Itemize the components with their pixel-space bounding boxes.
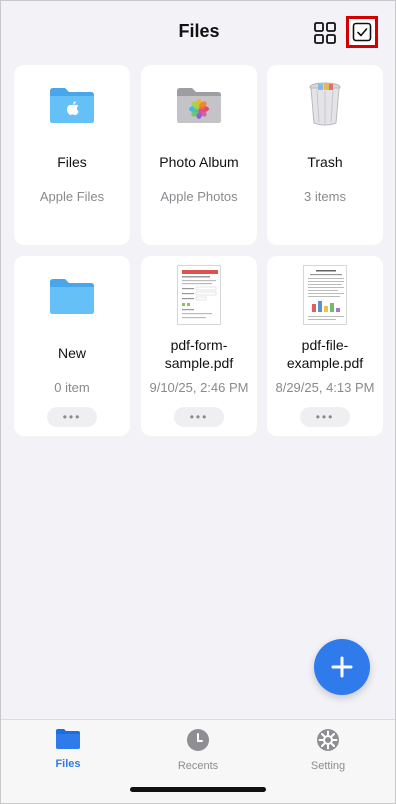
card-title: New: [57, 345, 86, 361]
card-subtitle: Apple Files: [39, 189, 105, 204]
tab-label: Setting: [310, 760, 346, 772]
pdf-thumbnail-icon: [177, 265, 221, 325]
card-title: Trash: [307, 154, 343, 170]
card-photo-album[interactable]: Photo Album Apple Photos: [141, 65, 257, 245]
card-pdf-file-example[interactable]: pdf-file-example.pdf 8/29/25, 4:13 PM ••…: [267, 256, 383, 436]
clock-icon: [187, 729, 209, 751]
home-indicator: [130, 787, 266, 792]
photos-folder-icon: [177, 88, 221, 123]
trash-icon: [309, 82, 341, 126]
tab-label: Recents: [177, 760, 219, 772]
checkbox-icon: [352, 22, 372, 42]
more-button[interactable]: •••: [300, 407, 350, 427]
card-subtitle: 3 items: [304, 189, 346, 204]
folder-icon: [56, 729, 80, 749]
card-pdf-form-sample[interactable]: pdf-form-sample.pdf 9/10/25, 2:46 PM •••: [141, 256, 257, 436]
apple-folder-icon: [50, 88, 94, 123]
card-title: Photo Album: [159, 154, 239, 170]
plus-icon: [331, 656, 353, 678]
tab-setting[interactable]: Setting: [283, 728, 373, 772]
card-new-folder[interactable]: New 0 item •••: [14, 256, 130, 436]
card-subtitle: 8/29/25, 4:13 PM: [275, 380, 375, 395]
card-trash[interactable]: Trash 3 items: [267, 65, 383, 245]
tab-files[interactable]: Files: [23, 728, 113, 770]
gear-icon: [317, 729, 339, 751]
tab-recents[interactable]: Recents: [153, 728, 243, 772]
header: Files: [1, 1, 396, 61]
card-title: pdf-form-sample.pdf: [164, 337, 234, 371]
tab-label: Files: [55, 758, 81, 770]
page-title: Files: [178, 21, 220, 41]
card-title: Files: [57, 154, 87, 170]
card-subtitle: 0 item: [54, 380, 90, 395]
add-button[interactable]: [314, 639, 370, 695]
folder-icon: [50, 279, 94, 314]
grid-view-button[interactable]: [314, 22, 336, 44]
app-window: Files Files Apple Files Photo Album Appl…: [0, 0, 396, 804]
card-subtitle: 9/10/25, 2:46 PM: [149, 380, 249, 395]
card-title: pdf-file-example.pdf: [286, 337, 364, 371]
card-subtitle: Apple Photos: [160, 189, 238, 204]
pdf-thumbnail-icon: [303, 265, 347, 325]
grid-icon: [314, 22, 336, 44]
more-button[interactable]: •••: [174, 407, 224, 427]
card-files[interactable]: Files Apple Files: [14, 65, 130, 245]
more-button[interactable]: •••: [47, 407, 97, 427]
select-button[interactable]: [346, 16, 378, 48]
